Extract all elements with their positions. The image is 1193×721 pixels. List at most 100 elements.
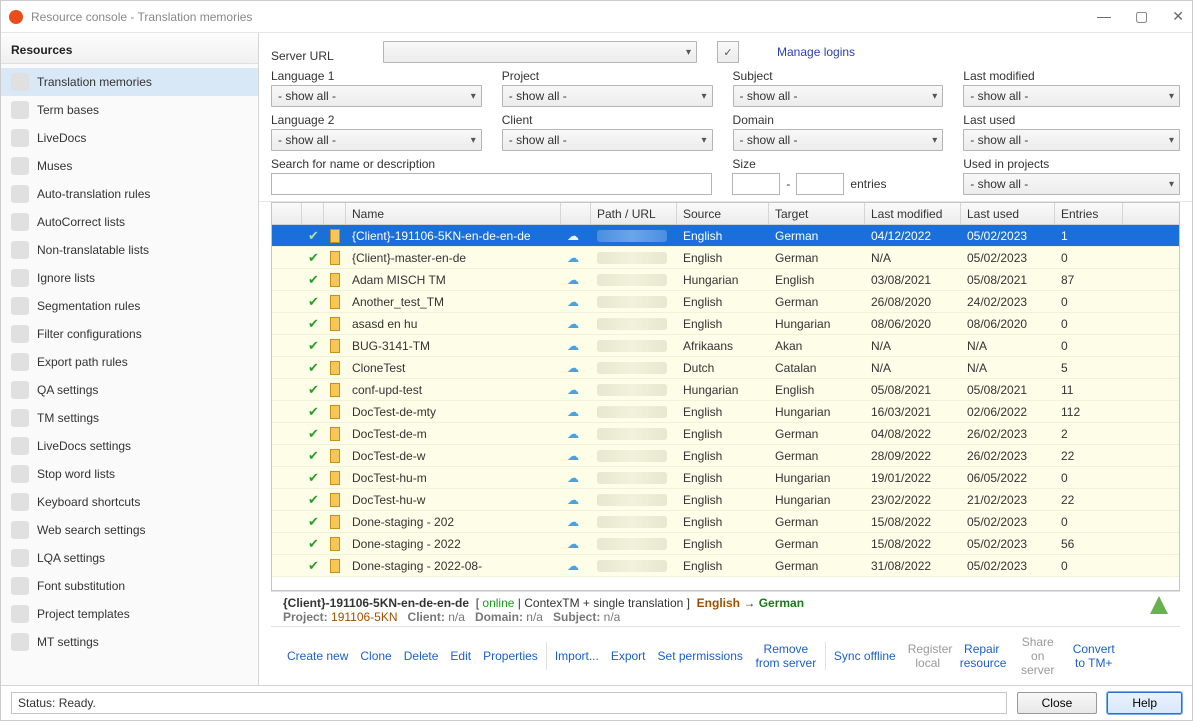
sidebar-item-mt-settings[interactable]: MT settings: [1, 628, 258, 656]
sidebar-item-auto-translation-rules[interactable]: Auto-translation rules: [1, 180, 258, 208]
sidebar-item-ignore-lists[interactable]: Ignore lists: [1, 264, 258, 292]
col-used[interactable]: Last used: [961, 203, 1055, 224]
table-row[interactable]: ✔Done-staging - 202☁EnglishGerman15/08/2…: [272, 511, 1179, 533]
sidebar-item-lqa-settings[interactable]: LQA settings: [1, 544, 258, 572]
maximize-icon[interactable]: ▢: [1135, 8, 1148, 25]
table-row[interactable]: ✔DocTest-de-w☁EnglishGerman28/09/202226/…: [272, 445, 1179, 467]
sidebar-item-non-translatable-lists[interactable]: Non-translatable lists: [1, 236, 258, 264]
cell-name: Adam MISCH TM: [346, 269, 561, 290]
convert-to-tmplus-button[interactable]: Convert to TM+: [1068, 642, 1120, 670]
sidebar-item-export-path-rules[interactable]: Export path rules: [1, 348, 258, 376]
subject-combo[interactable]: - show all -: [733, 85, 944, 107]
table-row[interactable]: ✔Done-staging - 2022☁EnglishGerman15/08/…: [272, 533, 1179, 555]
export-button[interactable]: Export: [607, 649, 650, 663]
checkmark-icon: ✔: [308, 536, 319, 552]
language2-combo[interactable]: - show all -: [271, 129, 482, 151]
sidebar-item-label: Filter configurations: [37, 327, 142, 341]
col-path[interactable]: Path / URL: [591, 203, 677, 224]
last-used-combo[interactable]: - show all -: [963, 129, 1180, 151]
sync-offline-button[interactable]: Sync offline: [830, 649, 900, 663]
sidebar-item-label: Keyboard shortcuts: [37, 495, 140, 509]
size-from-input[interactable]: [732, 173, 780, 195]
cloud-icon: ☁: [567, 361, 579, 375]
sidebar-item-filter-configurations[interactable]: Filter configurations: [1, 320, 258, 348]
livedocs-icon: [11, 129, 29, 147]
last-modified-combo[interactable]: - show all -: [963, 85, 1180, 107]
help-button[interactable]: Help: [1107, 692, 1182, 714]
sidebar-item-keyboard-shortcuts[interactable]: Keyboard shortcuts: [1, 488, 258, 516]
create-new-button[interactable]: Create new: [283, 649, 352, 663]
minimize-icon[interactable]: —: [1097, 8, 1111, 25]
server-url-confirm-button[interactable]: ✓: [717, 41, 739, 63]
close-icon[interactable]: ✕: [1172, 8, 1184, 25]
manage-logins-link[interactable]: Manage logins: [777, 45, 855, 59]
clone-button[interactable]: Clone: [356, 649, 395, 663]
sidebar-item-project-templates[interactable]: Project templates: [1, 600, 258, 628]
search-label: Search for name or description: [271, 157, 712, 171]
table-row[interactable]: ✔DocTest-de-mty☁EnglishHungarian16/03/20…: [272, 401, 1179, 423]
close-button[interactable]: Close: [1017, 692, 1098, 714]
sidebar-item-segmentation-rules[interactable]: Segmentation rules: [1, 292, 258, 320]
sidebar-item-font-substitution[interactable]: Font substitution: [1, 572, 258, 600]
size-to-input[interactable]: [796, 173, 844, 195]
table-row[interactable]: ✔DocTest-de-m☁EnglishGerman04/08/202226/…: [272, 423, 1179, 445]
table-row[interactable]: ✔Adam MISCH TM☁HungarianEnglish03/08/202…: [272, 269, 1179, 291]
project-combo[interactable]: - show all -: [502, 85, 713, 107]
cell-path: [591, 423, 677, 444]
cell-path: [591, 445, 677, 466]
sidebar: Resources Translation memoriesTerm bases…: [1, 33, 259, 685]
properties-button[interactable]: Properties: [479, 649, 542, 663]
checkmark-icon: ✔: [308, 294, 319, 310]
sidebar-item-livedocs-settings[interactable]: LiveDocs settings: [1, 432, 258, 460]
edit-button[interactable]: Edit: [446, 649, 475, 663]
table-row[interactable]: ✔asasd en hu☁EnglishHungarian08/06/20200…: [272, 313, 1179, 335]
col-source[interactable]: Source: [677, 203, 769, 224]
delete-button[interactable]: Delete: [400, 649, 443, 663]
search-input[interactable]: [271, 173, 712, 195]
language1-combo[interactable]: - show all -: [271, 85, 482, 107]
sidebar-item-translation-memories[interactable]: Translation memories: [1, 68, 258, 96]
server-url-combo[interactable]: [383, 41, 697, 63]
sidebar-item-qa-settings[interactable]: QA settings: [1, 376, 258, 404]
col-modified[interactable]: Last modified: [865, 203, 961, 224]
cell-entries: 0: [1055, 511, 1123, 532]
sidebar-item-livedocs[interactable]: LiveDocs: [1, 124, 258, 152]
col-entries[interactable]: Entries: [1055, 203, 1123, 224]
table-row[interactable]: ✔CloneTest☁DutchCatalanN/AN/A5: [272, 357, 1179, 379]
sidebar-item-muses[interactable]: Muses: [1, 152, 258, 180]
table-row[interactable]: ✔BUG-3141-TM☁AfrikaansAkanN/AN/A0: [272, 335, 1179, 357]
repair-icon[interactable]: [1150, 596, 1168, 614]
set-permissions-button[interactable]: Set permissions: [654, 649, 747, 663]
sidebar-item-label: Ignore lists: [37, 271, 95, 285]
statusbar: Status: Ready. Close Help: [1, 685, 1192, 720]
table-row[interactable]: ✔DocTest-hu-w☁EnglishHungarian23/02/2022…: [272, 489, 1179, 511]
font-icon: [11, 577, 29, 595]
sidebar-item-term-bases[interactable]: Term bases: [1, 96, 258, 124]
table-row[interactable]: ✔conf-upd-test☁HungarianEnglish05/08/202…: [272, 379, 1179, 401]
table-row[interactable]: ✔Done-staging - 2022-08-☁EnglishGerman31…: [272, 555, 1179, 577]
cell-target: Hungarian: [769, 489, 865, 510]
cell-source: English: [677, 555, 769, 576]
col-target[interactable]: Target: [769, 203, 865, 224]
sidebar-item-autocorrect-lists[interactable]: AutoCorrect lists: [1, 208, 258, 236]
sidebar-item-tm-settings[interactable]: TM settings: [1, 404, 258, 432]
sidebar-item-stop-word-lists[interactable]: Stop word lists: [1, 460, 258, 488]
sidebar-item-web-search-settings[interactable]: Web search settings: [1, 516, 258, 544]
edit-icon: [330, 229, 340, 243]
table-row[interactable]: ✔{Client}-191106-5KN-en-de-en-de☁English…: [272, 225, 1179, 247]
table-row[interactable]: ✔Another_test_TM☁EnglishGerman26/08/2020…: [272, 291, 1179, 313]
cell-entries: 0: [1055, 247, 1123, 268]
remove-from-server-button[interactable]: Remove from server: [751, 642, 821, 670]
used-in-projects-combo[interactable]: - show all -: [963, 173, 1180, 195]
repair-resource-button[interactable]: Repair resource: [956, 642, 1008, 670]
col-name[interactable]: Name: [346, 203, 561, 224]
import-button[interactable]: Import...: [551, 649, 603, 663]
cell-modified: 26/08/2020: [865, 291, 961, 312]
client-combo[interactable]: - show all -: [502, 129, 713, 151]
cell-path: [591, 335, 677, 356]
cell-target: Catalan: [769, 357, 865, 378]
sidebar-item-label: LiveDocs settings: [37, 439, 131, 453]
table-row[interactable]: ✔{Client}-master-en-de☁EnglishGermanN/A0…: [272, 247, 1179, 269]
domain-combo[interactable]: - show all -: [733, 129, 944, 151]
table-row[interactable]: ✔DocTest-hu-m☁EnglishHungarian19/01/2022…: [272, 467, 1179, 489]
